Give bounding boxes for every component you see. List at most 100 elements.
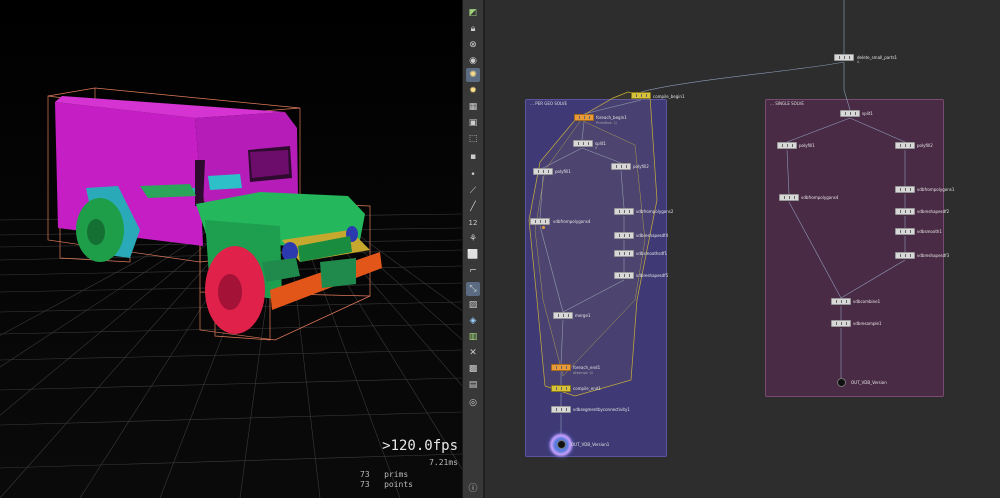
node-label: polyfill1: [555, 169, 571, 174]
wire-icon[interactable]: ╱: [466, 200, 480, 214]
image-icon[interactable]: ✕: [466, 346, 480, 360]
node-flag-dot: [542, 226, 545, 229]
display-icon[interactable]: ◉: [466, 54, 480, 68]
node-split[interactable]: [573, 140, 593, 147]
node-segment: [855, 112, 856, 115]
node-segment: [629, 274, 630, 277]
node-segment: [556, 366, 557, 369]
snap-icon[interactable]: ◩: [466, 6, 480, 20]
node-label: vdbreshapesdf5: [636, 273, 669, 278]
viewport-stats: >120.0fps 7.21ms 73 prims 73 points: [352, 438, 462, 498]
node-vdbfrompolygons-right-r[interactable]: [895, 186, 915, 193]
frame-icon[interactable]: ▤: [466, 378, 480, 392]
template-icon[interactable]: ⚘: [466, 232, 480, 246]
camera2-icon[interactable]: ▥: [466, 330, 480, 344]
light-icon[interactable]: ✺: [466, 68, 480, 82]
node-segment: [841, 300, 842, 303]
node-polyfill-left-r[interactable]: [777, 142, 797, 149]
lock-icon[interactable]: 🔒︎: [466, 22, 480, 36]
node-segment: [563, 314, 564, 317]
node-vdbfrompolygons-right[interactable]: [614, 208, 634, 215]
node-output-right[interactable]: [837, 378, 846, 387]
node-segment: [910, 230, 911, 233]
node-segment: [900, 210, 901, 213]
spline-icon[interactable]: ◈: [466, 314, 480, 328]
node-segment: [540, 220, 541, 223]
node-vdbsegmentbyconnectivity[interactable]: [551, 406, 571, 413]
node-segment: [558, 314, 559, 317]
node-segment: [616, 165, 617, 168]
camera-icon[interactable]: ▣: [466, 116, 480, 130]
node-split-right[interactable]: [840, 110, 860, 117]
brush-icon[interactable]: ⟋: [466, 184, 480, 198]
node-segment: [561, 366, 562, 369]
node-segment: [905, 188, 906, 191]
node-label: foreach_begin1: [596, 115, 627, 120]
shade-icon[interactable]: ⤡: [466, 282, 480, 296]
node-vdbresample[interactable]: [831, 320, 851, 327]
node-label: delete_small_parts1: [857, 55, 898, 60]
light-toggle-icon[interactable]: ✹: [466, 84, 480, 98]
info-icon[interactable]: ⓘ: [466, 480, 480, 494]
node-vdbcombine[interactable]: [831, 298, 851, 305]
node-vdbreshapesdf-a[interactable]: [614, 232, 634, 239]
node-segment: [561, 387, 562, 390]
select-icon[interactable]: ⬚: [466, 132, 480, 146]
viewport-toolbar: ◩ 🔒︎ ⊗ ◉ ✺ ✹ ▦ ▣ ⬚ ▪ • ⟋ ╱ 12 ⚘ ⬜ ⌐ ⤡ ▨ …: [462, 0, 484, 498]
node-segment: [538, 170, 539, 173]
node-vdbsmooth-r[interactable]: [895, 228, 915, 235]
background-icon[interactable]: ▦: [466, 100, 480, 114]
node-label: polyfill1: [799, 143, 815, 148]
node-segment: [626, 165, 627, 168]
node-label: vdbcombine1: [853, 299, 881, 304]
node-output-left[interactable]: [557, 440, 566, 449]
node-vdbreshapesdf-b-r[interactable]: [895, 252, 915, 259]
node-segment: [784, 196, 785, 199]
viewport-canvas: [0, 87, 462, 498]
node-foreach-end[interactable]: [551, 364, 571, 371]
numbers-icon[interactable]: 12: [466, 216, 480, 230]
node-segment: [629, 234, 630, 237]
node-label: compile_begin1: [653, 94, 685, 99]
node-vdbsmoothsdf[interactable]: [614, 250, 634, 257]
scene-viewport[interactable]: >120.0fps 7.21ms 73 prims 73 points: [0, 0, 462, 498]
node-segment: [905, 230, 906, 233]
network-editor[interactable]: … PER GEO SOLVE … SINGLE SOLVE delete_sm…: [485, 0, 1000, 498]
node-vdbreshapesdf-b[interactable]: [614, 272, 634, 279]
grid-icon[interactable]: ⌐: [466, 264, 480, 278]
pin-icon[interactable]: ▩: [466, 362, 480, 376]
node-segment: [794, 196, 795, 199]
node-vdbfrompolygons-left[interactable]: [530, 218, 550, 225]
node-polyfill-left[interactable]: [533, 168, 553, 175]
points-count: 73 points: [360, 480, 450, 489]
node-segment: [910, 210, 911, 213]
node-segment: [583, 142, 584, 145]
node-delete-small-parts[interactable]: [834, 54, 854, 61]
node-polyfill-right-r[interactable]: [895, 142, 915, 149]
vis-icon[interactable]: ⬜: [466, 248, 480, 262]
node-segment: [841, 322, 842, 325]
node-wires: [528, 0, 906, 440]
node-vdbfrompolygons-left-r[interactable]: [779, 194, 799, 201]
point-icon[interactable]: ▪: [466, 150, 480, 164]
node-polyfill-right[interactable]: [611, 163, 631, 170]
node-vdbreshapesdf-a-r[interactable]: [895, 208, 915, 215]
geometry-icon[interactable]: ▨: [466, 298, 480, 312]
node-segment: [548, 170, 549, 173]
node-foreach-begin[interactable]: [574, 114, 594, 121]
node-segment: [846, 322, 847, 325]
curve-icon[interactable]: •: [466, 168, 480, 182]
node-segment: [900, 188, 901, 191]
node-segment: [789, 196, 790, 199]
node-segment: [910, 188, 911, 191]
locate-icon[interactable]: ◎: [466, 396, 480, 410]
node-segment: [621, 165, 622, 168]
node-compile-end[interactable]: [551, 385, 571, 392]
node-segment: [588, 142, 589, 145]
node-compile-begin[interactable]: [631, 92, 651, 99]
node-segment: [900, 230, 901, 233]
node-segment: [846, 300, 847, 303]
node-segment: [910, 254, 911, 257]
node-merge[interactable]: [553, 312, 573, 319]
ghost-icon[interactable]: ⊗: [466, 38, 480, 52]
